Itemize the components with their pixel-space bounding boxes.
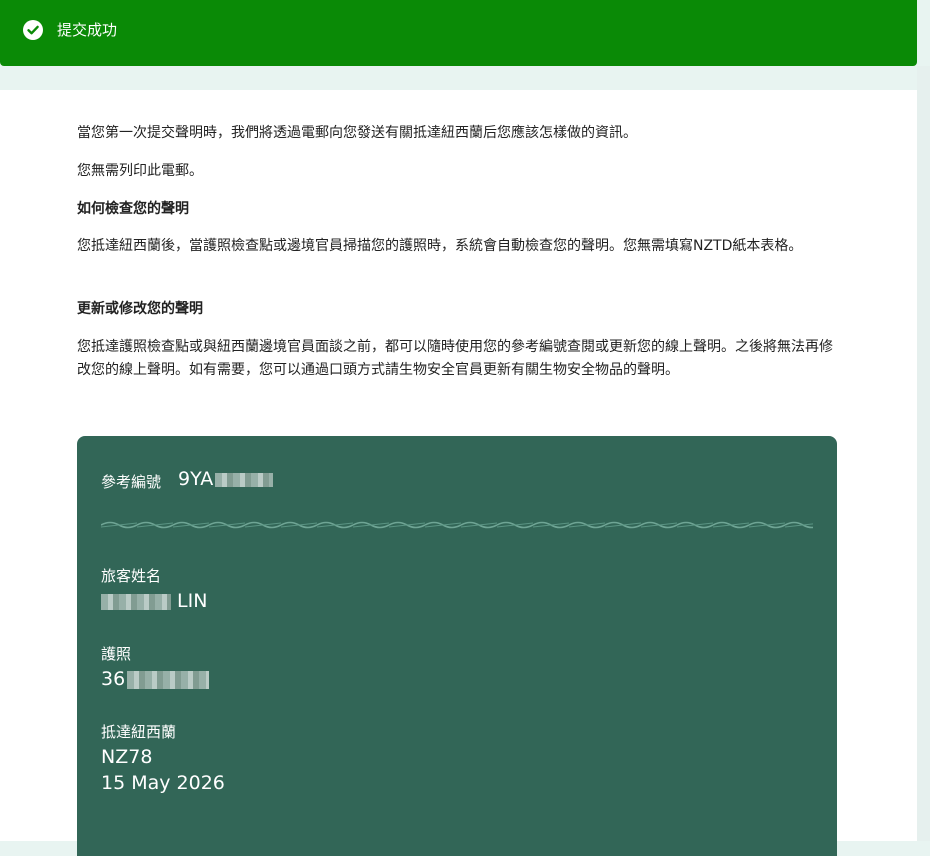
redacted-reference bbox=[215, 472, 274, 487]
passport-label: 護照 bbox=[101, 645, 132, 663]
traveller-name-value: LIN bbox=[101, 590, 207, 612]
check-heading: 如何檢查您的聲明 bbox=[77, 201, 189, 217]
redacted-passport bbox=[127, 670, 210, 689]
arrival-date: 15 May 2026 bbox=[101, 772, 225, 794]
intro-text: 當您第一次提交聲明時，我們將透過電郵向您發送有關抵達紐西蘭后您應該怎樣做的資訊。 bbox=[77, 125, 637, 141]
no-print-text: 您無需列印此電郵。 bbox=[77, 163, 203, 179]
traveller-name-label: 旅客姓名 bbox=[101, 567, 162, 585]
redacted-name bbox=[101, 593, 171, 610]
reference-value: 9YA bbox=[178, 468, 274, 490]
passport-value: 36 bbox=[101, 668, 210, 690]
success-banner: 提交成功 bbox=[0, 0, 917, 66]
arrival-label: 抵達紐西蘭 bbox=[101, 723, 177, 741]
banner-title: 提交成功 bbox=[57, 21, 118, 39]
flight-number: NZ78 bbox=[101, 746, 153, 768]
reference-label: 參考編號 bbox=[101, 473, 162, 491]
update-text: 您抵達護照檢查點或與紐西蘭邊境官員面談之前，都可以隨時使用您的參考編號查閱或更新… bbox=[77, 339, 833, 378]
declaration-summary: 參考編號 9YA 旅客姓名 LIN 護照 36 抵達紐西蘭 NZ78 15 Ma… bbox=[77, 436, 837, 856]
check-circle-icon bbox=[23, 20, 43, 40]
decorative-divider bbox=[101, 518, 813, 532]
page-scroll-gutter bbox=[917, 66, 930, 841]
update-heading: 更新或修改您的聲明 bbox=[77, 301, 203, 317]
check-text: 您抵達紐西蘭後，當護照檢查點或邊境官員掃描您的護照時，系統會自動檢查您的聲明。您… bbox=[77, 238, 803, 254]
confirmation-card: 當您第一次提交聲明時，我們將透過電郵向您發送有關抵達紐西蘭后您應該怎樣做的資訊。… bbox=[0, 90, 917, 856]
